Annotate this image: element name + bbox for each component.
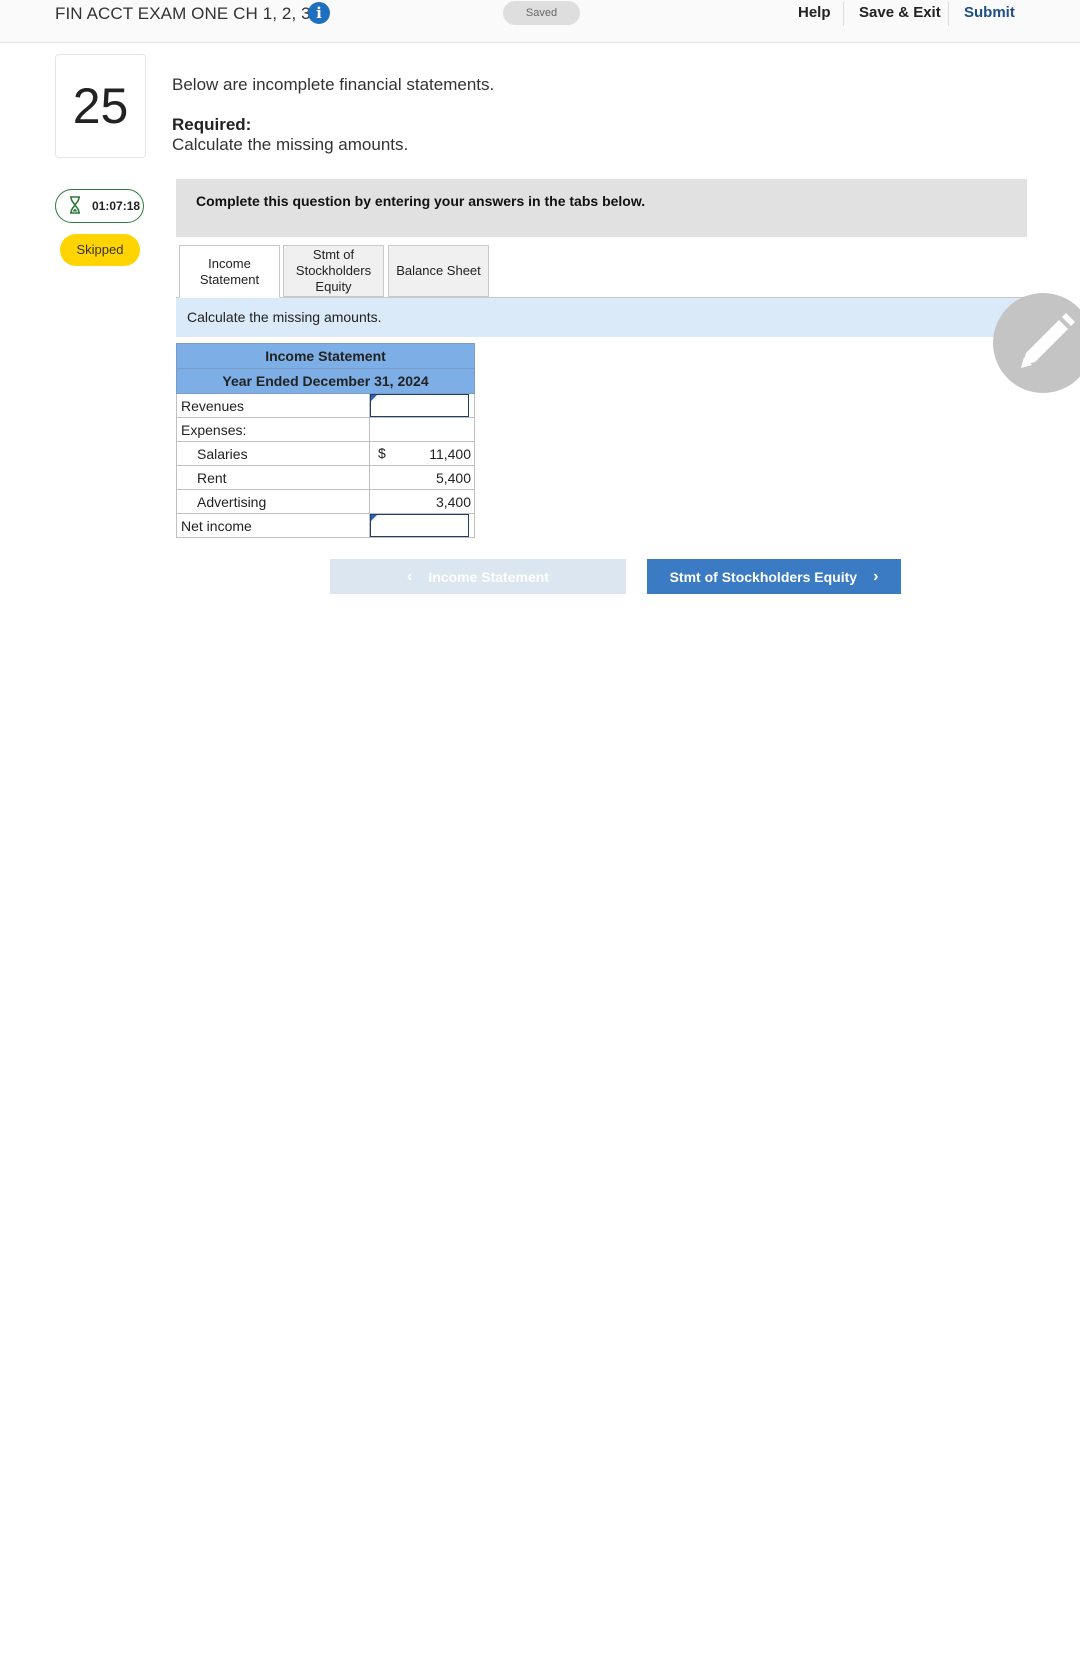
row-label-net-income: Net income <box>176 513 370 538</box>
net-income-input[interactable] <box>370 514 469 537</box>
question-prompt: Below are incomplete financial statement… <box>172 75 495 94</box>
row-label-revenues: Revenues <box>176 393 370 418</box>
revenues-input[interactable] <box>370 394 469 417</box>
tab-balance-sheet[interactable]: Balance Sheet <box>388 245 489 297</box>
tab-stmt-of-stockholders-equity[interactable]: Stmt of Stockholders Equity <box>283 245 384 297</box>
info-icon[interactable]: i <box>308 2 330 24</box>
exam-title: FIN ACCT EXAM ONE CH 1, 2, 3 <box>55 4 311 23</box>
top-bar: FIN ACCT EXAM ONE CH 1, 2, 3 i Saved Hel… <box>0 0 1080 43</box>
instruction-text: Complete this question by entering your … <box>196 193 646 209</box>
saved-status: Saved <box>503 1 580 25</box>
table-row: Revenues <box>176 393 475 418</box>
next-tab-button[interactable]: Stmt of Stockholders Equity › <box>647 559 901 594</box>
help-link[interactable]: Help <box>798 4 831 21</box>
submit-link[interactable]: Submit <box>964 4 1015 21</box>
required-label: Required: <box>172 115 252 134</box>
chevron-left-icon: ‹ <box>407 567 413 585</box>
timer[interactable]: 01:07:18 <box>55 189 144 223</box>
table-row: Rent 5,400 <box>176 465 475 490</box>
currency-symbol: $ <box>378 445 386 461</box>
row-label-rent: Rent <box>176 465 370 490</box>
scratchpad-button[interactable] <box>993 293 1080 393</box>
save-exit-link[interactable]: Save & Exit <box>859 4 941 21</box>
status-badge: Skipped <box>60 234 140 266</box>
divider <box>948 2 949 26</box>
tab-income-statement[interactable]: Income Statement <box>179 245 280 298</box>
table-period: Year Ended December 31, 2024 <box>176 368 475 394</box>
prev-tab-button[interactable]: ‹ Income Statement <box>330 559 626 594</box>
salaries-value: 11,400 <box>429 445 471 462</box>
income-statement-table: Income Statement Year Ended December 31,… <box>176 343 475 538</box>
required-text: Calculate the missing amounts. <box>172 135 409 154</box>
table-header-row: Year Ended December 31, 2024 <box>176 368 475 394</box>
table-row: Salaries $ 11,400 <box>176 441 475 466</box>
revenues-cell <box>369 393 475 418</box>
next-tab-label: Stmt of Stockholders Equity <box>669 568 858 585</box>
tab-label: Income Statement <box>199 255 260 287</box>
tab-instruction: Calculate the missing amounts. <box>187 309 382 325</box>
row-label-advertising: Advertising <box>176 489 370 514</box>
divider <box>843 2 844 26</box>
table-row: Expenses: <box>176 417 475 442</box>
empty-cell <box>369 417 475 442</box>
table-header-row: Income Statement <box>176 343 475 369</box>
salaries-cell: $ 11,400 <box>369 441 475 466</box>
rent-value: 5,400 <box>369 465 475 490</box>
timer-text: 01:07:18 <box>92 199 141 213</box>
row-label-expenses: Expenses: <box>176 417 370 442</box>
question-number: 25 <box>55 54 146 158</box>
instruction-box: Complete this question by entering your … <box>176 179 1027 237</box>
row-label-salaries: Salaries <box>176 441 370 466</box>
hourglass-icon <box>70 196 80 214</box>
table-row: Net income <box>176 513 475 538</box>
tab-label: Stmt of Stockholders Equity <box>295 247 372 294</box>
table-title: Income Statement <box>176 343 475 369</box>
prev-tab-label: Income Statement <box>428 568 549 585</box>
table-row: Advertising 3,400 <box>176 489 475 514</box>
advertising-value: 3,400 <box>369 489 475 514</box>
pencil-icon <box>1021 313 1075 368</box>
chevron-right-icon: › <box>873 567 879 585</box>
tab-instruction-band: Calculate the missing amounts. <box>176 298 1027 337</box>
net-income-cell <box>369 513 475 538</box>
tab-label: Balance Sheet <box>396 263 481 278</box>
